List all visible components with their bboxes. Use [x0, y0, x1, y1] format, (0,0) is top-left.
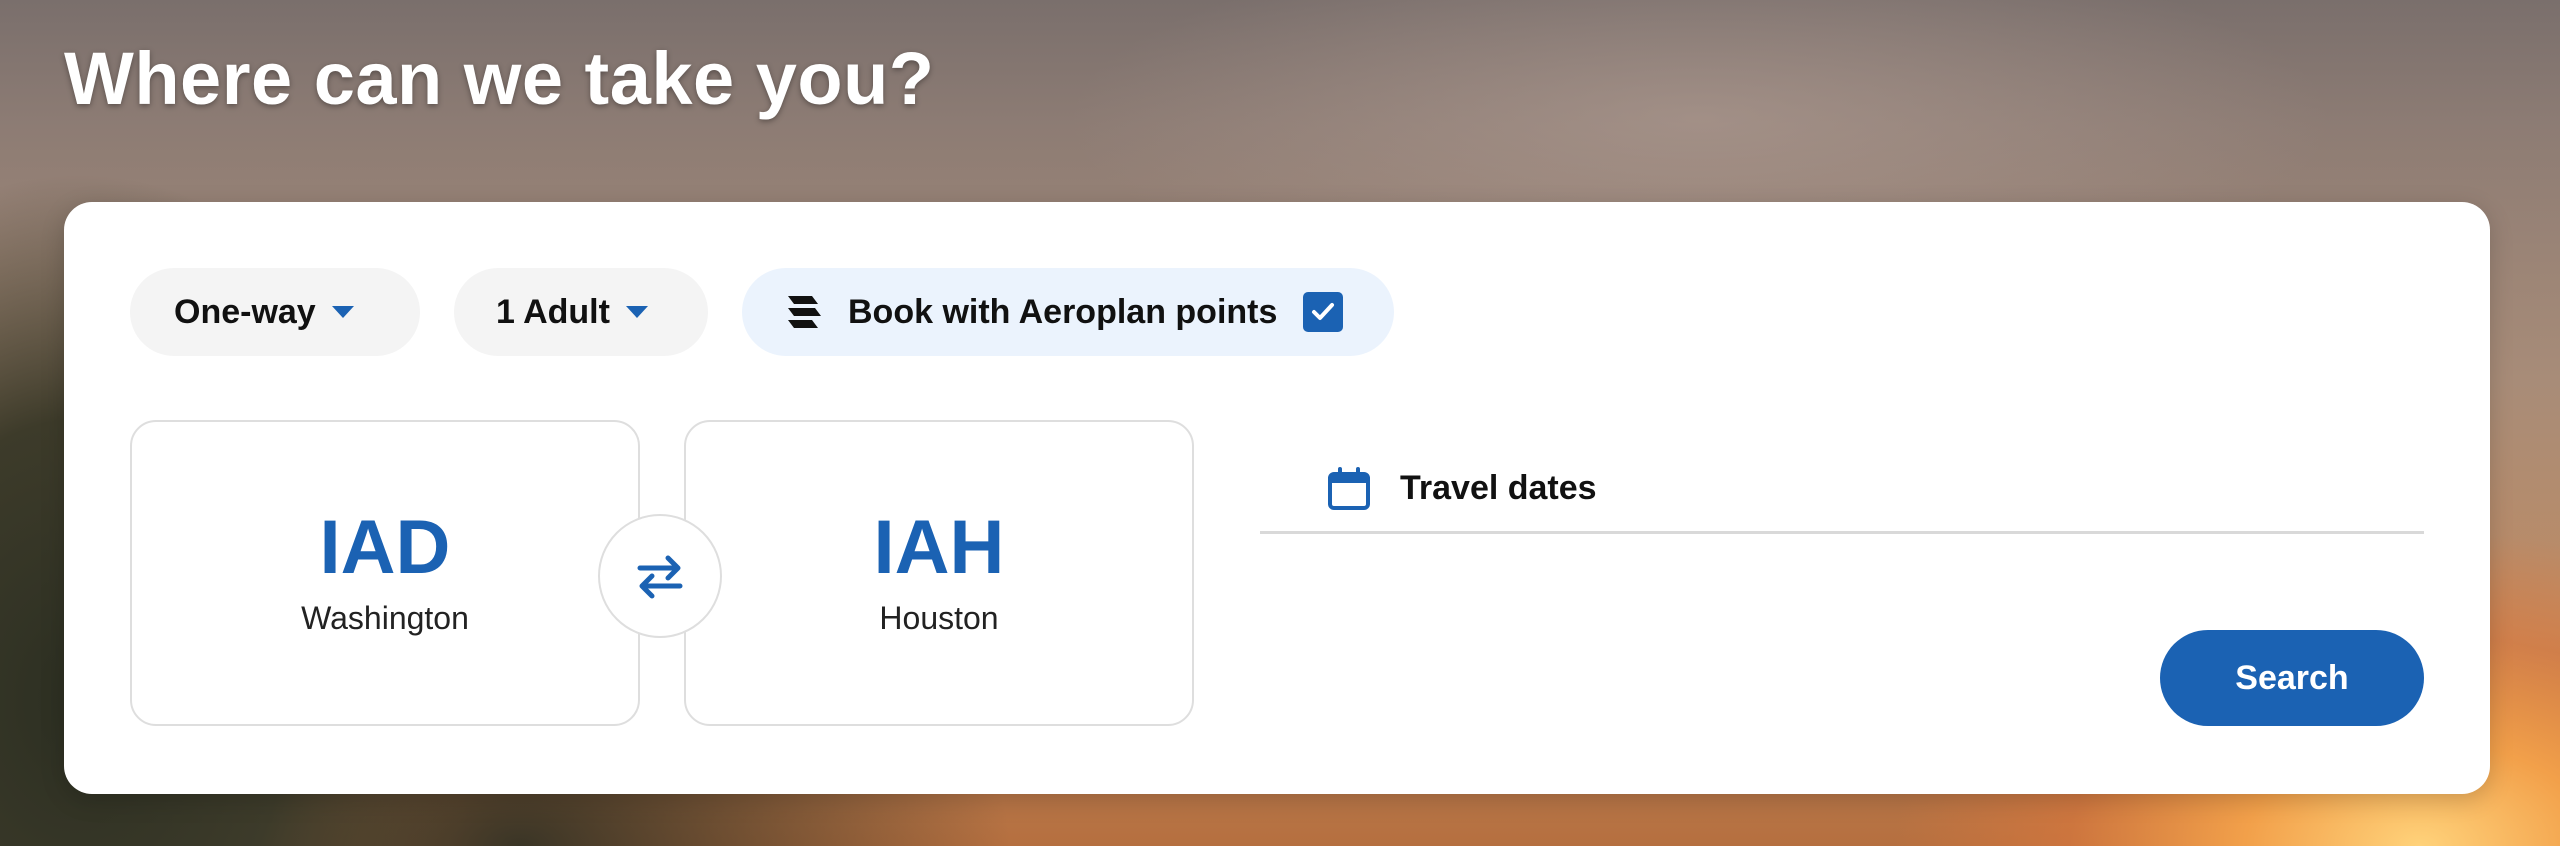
destination-city: Houston [879, 599, 999, 636]
calendar-icon [1328, 466, 1370, 510]
travel-dates-label: Travel dates [1400, 469, 1597, 507]
aeroplan-toggle[interactable]: Book with Aeroplan points [742, 268, 1394, 356]
aeroplan-logo-icon [788, 296, 821, 328]
trip-type-dropdown[interactable]: One-way [130, 268, 420, 356]
chevron-down-icon [331, 306, 354, 318]
trip-type-label: One-way [174, 292, 316, 331]
swap-airports-button[interactable] [598, 514, 722, 638]
destination-airport-field[interactable]: IAH Houston [684, 420, 1194, 726]
aeroplan-label: Book with Aeroplan points [848, 292, 1278, 331]
destination-code: IAH [873, 504, 1005, 590]
origin-city: Washington [301, 599, 469, 636]
search-button[interactable]: Search [2160, 630, 2424, 726]
chevron-down-icon [625, 306, 648, 318]
travel-dates-field[interactable]: Travel dates [1260, 446, 2424, 534]
passengers-dropdown[interactable]: 1 Adult [454, 268, 708, 356]
passengers-label: 1 Adult [496, 292, 610, 331]
origin-airport-field[interactable]: IAD Washington [130, 420, 640, 726]
aeroplan-checkbox[interactable] [1303, 292, 1344, 332]
page-title: Where can we take you? [64, 37, 935, 120]
swap-arrows-icon [637, 555, 683, 599]
origin-code: IAD [319, 504, 451, 590]
checkmark-icon [1312, 303, 1335, 320]
booking-card: One-way 1 Adult Book with Aeroplan point… [64, 202, 2490, 794]
